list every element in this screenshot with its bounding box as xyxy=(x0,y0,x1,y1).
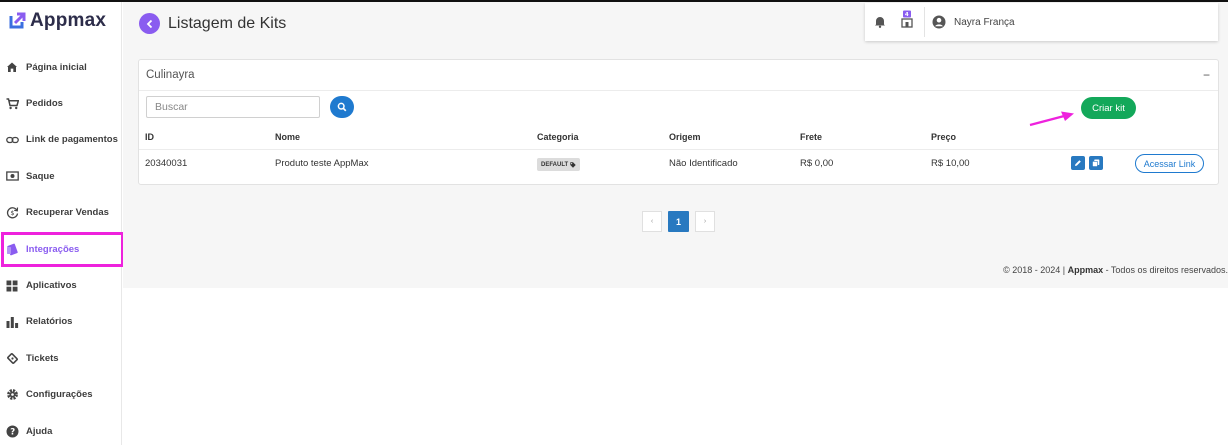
pencil-icon xyxy=(1075,160,1081,166)
main-content: Listagem de Kits 4 Nayra França Culinayr… xyxy=(123,2,1228,288)
logo-text: Appmax xyxy=(30,10,107,31)
access-link-button[interactable]: Acessar Link xyxy=(1135,154,1204,173)
chevron-left-icon xyxy=(146,19,152,28)
sidebar-item-label: Saque xyxy=(26,170,55,182)
search-icon xyxy=(337,102,347,112)
apps-icon xyxy=(5,279,19,293)
highlight-box xyxy=(1,231,124,267)
copy-icon xyxy=(1092,159,1100,167)
pagination-page-1[interactable]: 1 xyxy=(668,211,689,232)
sidebar-item-label: Tickets xyxy=(26,352,59,364)
copy-button[interactable] xyxy=(1089,156,1103,170)
bar-chart-icon xyxy=(5,315,19,329)
sidebar-item-recuperar-vendas[interactable]: $ Recuperar Vendas xyxy=(0,195,122,231)
home-icon xyxy=(5,60,19,74)
sidebar-item-link-de-pagamentos[interactable]: Link de pagamentos xyxy=(0,122,122,158)
cash-icon xyxy=(5,169,19,183)
column-header-preco: Preço xyxy=(931,132,957,142)
column-header-origem: Origem xyxy=(669,132,701,142)
sidebar-item-saque[interactable]: Saque xyxy=(0,158,122,194)
table-divider xyxy=(139,149,1218,150)
sidebar-nav: Página inicial Pedidos Link de pagamento… xyxy=(0,49,124,445)
help-icon: ? xyxy=(5,424,19,438)
topbar: 4 Nayra França xyxy=(865,3,1218,41)
sidebar-item-tickets[interactable]: Tickets xyxy=(0,340,122,376)
edit-button[interactable] xyxy=(1071,156,1085,170)
svg-text:4: 4 xyxy=(905,12,909,18)
cell-id: 20340031 xyxy=(145,158,188,169)
column-header-nome: Nome xyxy=(275,132,301,142)
user-name[interactable]: Nayra França xyxy=(954,17,1015,28)
ticket-icon xyxy=(5,351,19,365)
sidebar-item-pedidos[interactable]: Pedidos xyxy=(0,85,122,121)
search-button[interactable] xyxy=(330,96,354,118)
page-title: Listagem de Kits xyxy=(168,15,287,32)
pagination-next[interactable]: › xyxy=(695,211,715,232)
column-header-categoria: Categoria xyxy=(537,132,579,142)
cell-preco: R$ 10,00 xyxy=(931,158,970,169)
recover-icon: $ xyxy=(5,206,19,220)
sidebar-item-pagina-inicial[interactable]: Página inicial xyxy=(0,49,122,85)
svg-text:?: ? xyxy=(10,427,15,437)
sidebar-item-integracoes[interactable]: Integrações xyxy=(0,231,124,267)
bell-icon[interactable] xyxy=(874,15,886,33)
sidebar-item-label: Configurações xyxy=(26,389,93,401)
footer-suffix: - Todos os direitos reservados. xyxy=(1103,265,1228,275)
cell-nome: Produto teste AppMax xyxy=(275,158,369,169)
store-icon[interactable]: 4 xyxy=(901,10,913,34)
footer: © 2018 - 2024 | Appmax - Todos os direit… xyxy=(1003,265,1228,275)
card-title: Culinayra xyxy=(146,69,195,81)
sidebar-item-relatorios[interactable]: Relatórios xyxy=(0,304,122,340)
appmax-logo-icon xyxy=(8,12,26,30)
sidebar-item-label: Ajuda xyxy=(26,425,53,437)
logo[interactable]: Appmax xyxy=(8,10,106,32)
topbar-divider xyxy=(924,7,925,37)
sidebar-item-label: Aplicativos xyxy=(26,280,77,292)
footer-brand: Appmax xyxy=(1067,265,1104,275)
search-input[interactable] xyxy=(146,96,320,118)
tag-icon xyxy=(570,161,576,168)
user-avatar-icon[interactable] xyxy=(932,15,946,34)
category-label: DEFAULT xyxy=(541,161,569,168)
column-header-frete: Frete xyxy=(800,132,823,142)
annotation-arrow xyxy=(1029,111,1074,127)
sidebar-item-ajuda[interactable]: ? Ajuda xyxy=(0,413,122,445)
column-header-id: ID xyxy=(145,132,154,142)
kits-card: Culinayra − Criar kit ID Nome Categoria … xyxy=(138,59,1219,185)
create-kit-button[interactable]: Criar kit xyxy=(1081,97,1136,119)
sidebar-item-label: Link de pagamentos xyxy=(26,134,118,146)
sidebar-item-aplicativos[interactable]: Aplicativos xyxy=(0,267,122,303)
sidebar-item-configuracoes[interactable]: Configurações xyxy=(0,377,122,413)
category-badge: DEFAULT xyxy=(537,158,581,171)
cart-icon xyxy=(5,97,19,111)
collapse-button[interactable]: − xyxy=(1203,68,1210,82)
sidebar-item-label: Relatórios xyxy=(26,316,73,328)
pagination-prev[interactable]: ‹ xyxy=(642,211,662,232)
cell-frete: R$ 0,00 xyxy=(800,158,834,169)
gear-icon xyxy=(5,388,19,402)
sidebar: Appmax Página inicial Pedidos Link de pa… xyxy=(0,2,124,445)
divider xyxy=(139,90,1218,91)
footer-prefix: © 2018 - 2024 | xyxy=(1003,265,1068,275)
link-icon xyxy=(5,133,19,147)
back-button[interactable] xyxy=(139,13,160,34)
sidebar-item-label: Página inicial xyxy=(26,61,87,73)
cell-origem: Não Identificado xyxy=(669,158,738,169)
sidebar-item-label: Recuperar Vendas xyxy=(26,207,109,219)
sidebar-item-label: Pedidos xyxy=(26,98,63,110)
svg-text:$: $ xyxy=(10,209,14,217)
